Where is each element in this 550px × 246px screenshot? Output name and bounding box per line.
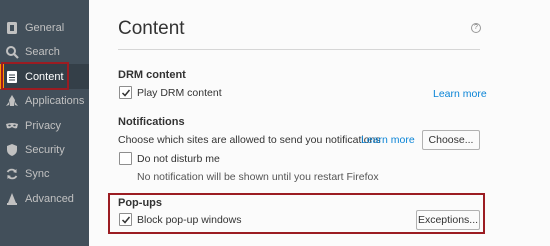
sidebar-item-label: General [25,21,65,34]
play-drm-label[interactable]: Play DRM content [137,87,222,99]
sidebar-item-label: Privacy [25,119,62,132]
exceptions-button[interactable]: Exceptions... [416,210,480,230]
checkmark-icon [121,89,130,97]
page-title: Content [118,18,185,39]
sidebar-item-label: Search [25,45,60,58]
applications-icon [5,94,19,108]
sidebar-item-advanced[interactable]: Advanced [0,186,89,211]
general-icon [5,21,19,35]
block-popups-checkbox[interactable] [119,213,132,226]
content-highlight-box [1,62,69,90]
privacy-mask-icon [5,119,19,133]
notifications-heading: Notifications [118,116,185,128]
do-not-disturb-checkbox[interactable] [119,152,132,165]
play-drm-checkbox[interactable] [119,86,132,99]
sidebar-item-label: Applications [25,94,85,107]
notifications-description: Choose which sites are allowed to send y… [118,134,381,146]
checkmark-icon [121,216,130,224]
choose-button[interactable]: Choose... [422,130,480,150]
drm-learn-more-link[interactable]: Learn more [433,88,487,100]
sidebar-item-search[interactable]: Search [0,39,89,64]
do-not-disturb-label[interactable]: Do not disturb me [137,153,220,165]
sidebar-item-privacy[interactable]: Privacy [0,113,89,138]
sync-icon [5,167,19,181]
drm-heading: DRM content [118,69,186,81]
security-shield-icon [5,143,19,157]
content-pane: Content ? DRM content Play DRM content L… [89,0,550,246]
sidebar-item-security[interactable]: Security [0,137,89,162]
block-popups-label[interactable]: Block pop-up windows [137,214,241,226]
sidebar-item-general[interactable]: General [0,15,89,40]
dnd-note: No notification will be shown until you … [137,171,379,183]
search-icon [5,45,19,59]
advanced-wizard-icon [5,192,19,206]
popups-heading: Pop-ups [118,197,162,209]
title-divider [118,49,480,50]
sidebar-item-label: Advanced [25,192,74,205]
sidebar: General Search Content Applications Priv… [0,0,89,246]
notifications-learn-more-link[interactable]: Learn more [361,134,415,146]
sidebar-item-label: Security [25,143,65,156]
sidebar-item-label: Sync [25,167,50,180]
sidebar-item-applications[interactable]: Applications [0,88,89,113]
help-icon[interactable]: ? [471,23,481,33]
sidebar-item-sync[interactable]: Sync [0,161,89,186]
